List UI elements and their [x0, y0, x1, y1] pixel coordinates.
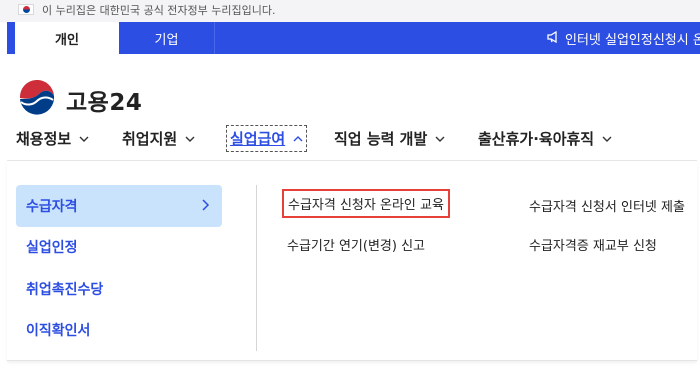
mega-menu-panel: 수급자격 실업인정 취업촉진수당 이직확인서 수급자격 신청자 온라인 교육 수… [7, 161, 697, 361]
site-logo-text[interactable]: 고용24 [66, 83, 142, 117]
notice-ticker[interactable]: 인터넷 실업인정신청시 온라 [547, 22, 700, 54]
chevron-down-icon [602, 134, 612, 144]
nav-item-label: 직업 능력 개발 [334, 130, 428, 148]
sidebar-item-label: 수급자격 [26, 199, 78, 215]
gov-banner: 이 누리집은 대한민국 공식 전자정부 누리집입니다. [0, 0, 700, 22]
nav-item-label: 채용정보 [16, 130, 72, 148]
link-eligibility-online-education[interactable]: 수급자격 신청자 온라인 교육 [282, 189, 450, 218]
nav-item-jobs[interactable]: 채용정보 [16, 128, 89, 149]
megaphone-icon [547, 30, 560, 46]
chevron-up-icon [293, 134, 303, 144]
sidebar-item-label: 실업인정 [26, 240, 78, 256]
gov-logo-icon[interactable] [18, 79, 56, 118]
notice-text: 인터넷 실업인정신청시 온라 [565, 32, 700, 48]
menu-divider [256, 185, 257, 351]
tab-personal[interactable]: 개인 [15, 22, 119, 54]
gov-banner-text: 이 누리집은 대한민국 공식 전자정부 누리집입니다. [42, 4, 276, 17]
nav-item-vocational-training[interactable]: 직업 능력 개발 [334, 128, 445, 149]
chevron-down-icon [435, 134, 445, 144]
main-nav: 채용정보 취업지원 실업급여 직업 능력 개발 출산휴가·육아휴직 [0, 122, 700, 158]
sidebar-item-unemployment-recognition[interactable]: 실업인정 [16, 226, 222, 268]
nav-item-unemployment-benefits[interactable]: 실업급여 [226, 125, 308, 152]
sidebar-item-label: 이직확인서 [26, 323, 91, 339]
sidebar-item-job-promotion-allowance[interactable]: 취업촉진수당 [16, 268, 222, 310]
nav-item-label: 취업지원 [122, 130, 178, 148]
link-eligibility-application-submit[interactable]: 수급자격 신청서 인터넷 제출 [529, 196, 685, 215]
audience-tab-bar: 개인 기업 인터넷 실업인정신청시 온라 [7, 22, 700, 54]
tab-business[interactable]: 기업 [119, 22, 215, 54]
nav-item-label: 실업급여 [230, 130, 286, 148]
sidebar-item-eligibility[interactable]: 수급자격 [16, 185, 222, 227]
chevron-down-icon [185, 134, 195, 144]
chevron-down-icon [79, 134, 89, 144]
chevron-right-icon [200, 198, 210, 212]
nav-item-employment-support[interactable]: 취업지원 [122, 128, 195, 149]
nav-item-parental-leave[interactable]: 출산휴가·육아휴직 [478, 128, 612, 149]
korea-flag-icon [18, 4, 34, 15]
nav-item-label: 출산휴가·육아휴직 [478, 130, 595, 148]
sidebar-item-separation-certificate[interactable]: 이직확인서 [16, 309, 222, 351]
link-eligibility-card-reissue[interactable]: 수급자격증 재교부 신청 [529, 235, 657, 254]
link-benefit-period-extension[interactable]: 수급기간 연기(변경) 신고 [287, 235, 425, 254]
sidebar-item-label: 취업촉진수당 [26, 282, 104, 298]
